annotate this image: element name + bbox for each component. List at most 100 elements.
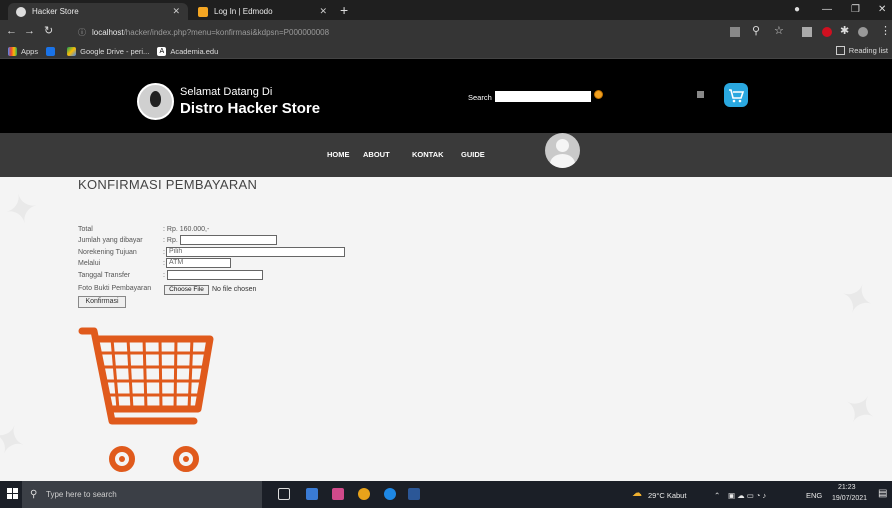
browser-tab-bar: Hacker Store ✕ Log In | Edmodo ✕ + ● — ❐…: [0, 0, 892, 20]
nav-kontak[interactable]: KONTAK: [412, 150, 444, 159]
maximize-button[interactable]: ❐: [851, 2, 860, 18]
windows-start-icon[interactable]: [7, 488, 18, 499]
user-avatar[interactable]: [545, 133, 580, 168]
bookmark-label: Google Drive - peri...: [80, 46, 150, 56]
google-drive-icon: [67, 46, 77, 56]
bookmark-academia[interactable]: A Academia.edu: [157, 46, 219, 56]
greeting-text: Selamat Datang Di: [180, 86, 273, 98]
language-indicator[interactable]: ENG: [806, 491, 822, 500]
reading-list-icon: [835, 46, 845, 55]
edge-icon[interactable]: [384, 488, 396, 500]
clock-date[interactable]: 19/07/2021: [832, 495, 867, 502]
task-view-icon[interactable]: [278, 488, 290, 500]
tab-title: Hacker Store: [32, 7, 79, 16]
via-select[interactable]: ATM: [166, 258, 231, 268]
tray-icons[interactable]: ▣ ☁ ▭ ◔ ♪: [728, 491, 766, 500]
weather-icon: ☁: [632, 488, 642, 499]
amount-prefix: : Rp.: [163, 237, 178, 244]
bookmark-star-icon[interactable]: ☆: [774, 24, 784, 38]
translate-icon[interactable]: [730, 27, 740, 37]
background-watermark: ✦: [833, 272, 881, 328]
nav-about[interactable]: ABOUT: [363, 150, 390, 159]
word-icon[interactable]: [408, 488, 420, 500]
adblock-extension-icon[interactable]: [822, 27, 832, 37]
header-square-icon[interactable]: [697, 91, 704, 98]
bookmark-google-drive[interactable]: Google Drive - peri...: [67, 46, 150, 56]
colon: :: [163, 272, 165, 279]
notification-icon[interactable]: ▤: [878, 488, 887, 499]
tab-title: Log In | Edmodo: [214, 7, 273, 16]
new-tab-button[interactable]: +: [340, 2, 348, 18]
reading-list-label: Reading list: [848, 46, 888, 55]
search-label: Search: [468, 93, 492, 102]
background-watermark: ✦: [0, 184, 43, 236]
site-header: [0, 59, 892, 133]
taskbar-search-input[interactable]: ⚲ Type here to search: [22, 481, 262, 508]
search-go-icon[interactable]: [594, 90, 603, 99]
browser-toolbar: ← → ↻ ⓘ localhost/hacker/index.php?menu=…: [0, 20, 892, 44]
site-info-icon[interactable]: ⓘ: [78, 27, 86, 38]
academia-icon: A: [157, 46, 167, 56]
bookmark-label: Apps: [21, 46, 39, 56]
chrome-icon[interactable]: [358, 488, 370, 500]
amount-input[interactable]: [180, 235, 277, 245]
url-host: localhost: [92, 27, 124, 37]
account-select[interactable]: Pilih: [166, 247, 345, 257]
back-icon[interactable]: ←: [6, 24, 17, 38]
main-nav: [0, 133, 892, 177]
total-label: Total: [78, 226, 93, 233]
anonymous-mask-logo[interactable]: [137, 83, 174, 120]
app-icon[interactable]: [332, 488, 344, 500]
transfer-date-input[interactable]: [167, 270, 263, 280]
close-tab-icon[interactable]: ✕: [172, 6, 180, 17]
store-name: Distro Hacker Store: [180, 100, 321, 117]
shopping-cart-icon: [78, 327, 214, 472]
browser-menu-icon[interactable]: ⋮: [880, 24, 891, 38]
nav-home[interactable]: HOME: [327, 150, 350, 159]
konfirmasi-button[interactable]: Konfirmasi: [78, 296, 126, 308]
weather-text[interactable]: 29°C Kabut: [648, 491, 686, 500]
bookmarks-bar: Apps Google Drive - peri... A Academia.e…: [0, 44, 892, 59]
bookmark-label: Academia.edu: [170, 46, 219, 56]
site-favicon-icon: [16, 6, 26, 17]
file-explorer-icon[interactable]: [306, 488, 318, 500]
file-status: No file chosen: [212, 286, 257, 293]
zoom-icon[interactable]: ⚲: [752, 24, 760, 38]
background-watermark: ✦: [833, 383, 891, 437]
proof-photo-label: Foto Bukti Pembayaran: [78, 285, 152, 292]
profile-avatar-icon[interactable]: [858, 27, 868, 37]
cart-icon[interactable]: [724, 83, 748, 107]
forward-icon[interactable]: →: [24, 24, 35, 38]
extensions-puzzle-icon[interactable]: ✱: [840, 24, 849, 38]
extension-icon[interactable]: [802, 27, 812, 37]
apps-grid-icon: [8, 46, 17, 56]
tray-chevron-icon[interactable]: ⌃: [714, 491, 720, 500]
amount-label: Jumlah yang dibayar: [78, 237, 143, 244]
bookmark-blank[interactable]: [46, 46, 59, 56]
total-value: : Rp. 160.000,-: [163, 226, 210, 233]
bookmark-apps[interactable]: Apps: [8, 46, 39, 56]
choose-file-button[interactable]: Choose File: [164, 285, 209, 295]
minimize-button[interactable]: —: [822, 2, 832, 18]
close-window-button[interactable]: ✕: [878, 2, 886, 18]
reload-icon[interactable]: ↻: [44, 24, 53, 38]
profile-dot-icon[interactable]: ●: [794, 2, 800, 18]
tab-edmodo[interactable]: Log In | Edmodo ✕: [190, 3, 335, 20]
edmodo-favicon-icon: [198, 6, 208, 17]
url-path: /hacker/index.php?menu=konfirmasi&kdpsn=…: [123, 27, 330, 37]
nav-guide[interactable]: GUIDE: [461, 150, 485, 159]
colon: :: [163, 260, 165, 267]
transfer-date-label: Tanggal Transfer: [78, 272, 131, 279]
background-watermark: ✦: [0, 416, 39, 464]
reading-list-button[interactable]: Reading list: [835, 46, 888, 55]
via-label: Melalui: [78, 260, 101, 267]
bookmark-favicon-icon: [46, 46, 56, 56]
colon: :: [163, 249, 165, 256]
search-icon: ⚲: [30, 489, 38, 500]
account-label: Norekening Tujuan: [78, 249, 137, 256]
tab-hacker-store[interactable]: Hacker Store ✕: [8, 3, 188, 20]
address-bar[interactable]: ⓘ localhost/hacker/index.php?menu=konfir…: [78, 23, 758, 41]
close-tab-icon[interactable]: ✕: [319, 6, 327, 17]
clock-time[interactable]: 21:23: [838, 484, 856, 491]
search-input[interactable]: [495, 91, 591, 102]
